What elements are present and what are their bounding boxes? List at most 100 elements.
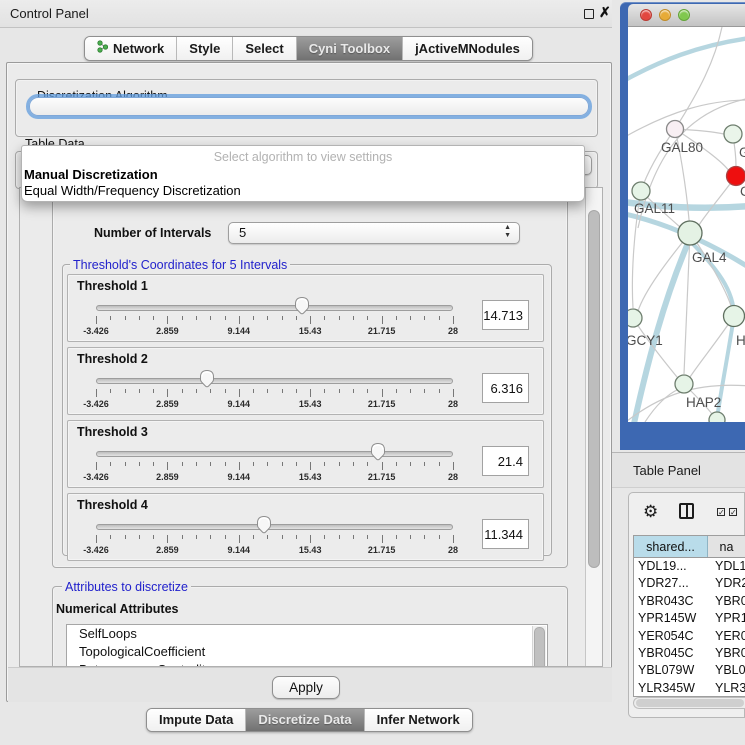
tick-mark	[196, 535, 197, 539]
tick-label: 28	[448, 326, 458, 336]
panel-title: Control Panel	[10, 6, 89, 21]
algorithm-option-equal-width[interactable]: Equal Width/Frequency Discretization	[24, 183, 241, 198]
network-node-gal11[interactable]	[632, 182, 650, 200]
tick-mark	[182, 462, 183, 466]
network-node-gcy1[interactable]	[628, 309, 642, 327]
table-row[interactable]: YBL079WYBL0	[634, 662, 745, 679]
tick-mark	[167, 535, 168, 543]
tick-mark	[139, 535, 140, 539]
list-scrollbar-thumb[interactable]	[534, 627, 545, 667]
slider-track[interactable]	[96, 378, 453, 384]
table-row[interactable]: YER054CYER0	[634, 628, 745, 645]
slider-thumb[interactable]	[294, 296, 310, 315]
close-traffic-icon[interactable]	[640, 9, 652, 21]
table-row[interactable]: YBR043CYBR0	[634, 593, 745, 610]
slider-track[interactable]	[96, 524, 453, 530]
network-node-hap2[interactable]	[675, 375, 693, 393]
algorithm-option-manual[interactable]: Manual Discretization	[24, 167, 158, 182]
tick-mark	[339, 389, 340, 393]
tab-network[interactable]: Network	[85, 37, 177, 60]
table-row[interactable]: YLR345WYLR3	[634, 680, 745, 697]
list-scrollbar[interactable]	[532, 626, 546, 667]
tick-label: -3.426	[83, 399, 109, 409]
column-header-name[interactable]: na	[708, 536, 745, 557]
table-hscrollbar-thumb[interactable]	[636, 699, 744, 707]
tick-mark	[353, 389, 354, 393]
tick-label: -3.426	[83, 326, 109, 336]
panel-scrollbar-thumb[interactable]	[588, 210, 600, 568]
apply-button[interactable]: Apply	[272, 676, 340, 699]
tick-mark	[196, 316, 197, 320]
tab-label: jActiveMNodules	[415, 41, 520, 56]
threshold-row: Threshold 2-3.4262.8599.14415.4321.71528…	[67, 347, 544, 415]
algorithm-combobox[interactable]	[29, 97, 589, 116]
checkbox-icon[interactable]: ✓	[717, 508, 725, 516]
tab-label: Network	[113, 41, 164, 56]
network-node-gal4[interactable]	[678, 221, 702, 245]
tick-mark	[410, 462, 411, 466]
threshold-row: Threshold 4-3.4262.8599.14415.4321.71528…	[67, 493, 544, 561]
slider-thumb[interactable]	[370, 442, 386, 461]
list-item[interactable]: SelfLoops	[67, 625, 547, 643]
table-row[interactable]: YBR045CYBR0	[634, 645, 745, 662]
checkbox-icon[interactable]: ✓	[729, 508, 737, 516]
float-window-icon[interactable]	[584, 9, 594, 19]
minimize-traffic-icon[interactable]	[659, 9, 671, 21]
network-node-h[interactable]	[724, 306, 745, 327]
tab-jactivemnodules[interactable]: jActiveMNodules	[403, 37, 532, 60]
tab-cyni-toolbox[interactable]: Cyni Toolbox	[297, 37, 403, 60]
top-tab-bar: Network Style Select Cyni Toolbox jActiv…	[84, 36, 533, 61]
tick-mark	[424, 389, 425, 393]
tick-mark	[282, 462, 283, 466]
tab-impute-data[interactable]: Impute Data	[147, 709, 246, 731]
network-edge[interactable]	[641, 129, 675, 191]
threshold-value-field[interactable]: 6.316	[482, 373, 529, 403]
tick-label: 28	[448, 399, 458, 409]
tick-mark	[353, 535, 354, 539]
tick-mark	[210, 316, 211, 320]
tab-label: Cyni Toolbox	[309, 41, 390, 56]
table-horizontal-scrollbar[interactable]	[633, 697, 745, 709]
zoom-traffic-icon[interactable]	[678, 9, 690, 21]
numerical-attributes-list[interactable]: SelfLoopsTopologicalCoefficientBetweenne…	[66, 624, 548, 667]
slider-track[interactable]	[96, 451, 453, 457]
close-icon[interactable]: ✗	[599, 4, 611, 21]
tick-mark	[110, 316, 111, 320]
column-header-shared-name[interactable]: shared...	[634, 536, 708, 557]
table-row[interactable]: YDL19...YDL1	[634, 558, 745, 575]
tab-infer-network[interactable]: Infer Network	[365, 709, 472, 731]
network-node-gal80[interactable]	[667, 121, 684, 138]
number-of-intervals-combobox[interactable]: 5 ▲▼	[228, 222, 520, 244]
network-canvas[interactable]: GAL80GACGAL11GAL4GCY1HHAP2	[628, 27, 745, 422]
network-node-c[interactable]	[727, 167, 745, 186]
network-edge[interactable]	[628, 38, 745, 85]
threshold-value-field[interactable]: 21.4	[482, 446, 529, 476]
tick-mark	[439, 535, 440, 539]
cell-shared-name: YER054C	[634, 628, 708, 645]
columns-icon[interactable]	[679, 503, 694, 519]
cell-name: YDR2	[708, 575, 745, 592]
tick-label: 2.859	[156, 399, 179, 409]
tab-style[interactable]: Style	[177, 37, 233, 60]
threshold-value-field[interactable]: 14.713	[482, 300, 529, 330]
panel-scrollbar[interactable]	[585, 188, 602, 666]
tick-mark	[210, 462, 211, 466]
slider-track[interactable]	[96, 305, 453, 311]
tick-mark	[353, 462, 354, 466]
tab-discretize-data[interactable]: Discretize Data	[246, 709, 364, 731]
table-row[interactable]: YDR27...YDR2	[634, 575, 745, 592]
tick-mark	[296, 535, 297, 539]
tick-mark	[296, 389, 297, 393]
network-node-unlabeled[interactable]	[709, 412, 725, 422]
node-label: C	[740, 184, 745, 199]
tick-mark	[167, 389, 168, 397]
network-node-ga[interactable]	[724, 125, 742, 143]
tick-mark	[410, 535, 411, 539]
gear-icon[interactable]: ⚙	[643, 502, 658, 522]
tab-select[interactable]: Select	[233, 37, 296, 60]
threshold-value-field[interactable]: 11.344	[482, 519, 529, 549]
list-item[interactable]: TopologicalCoefficient	[67, 643, 547, 661]
slider-thumb[interactable]	[199, 369, 215, 388]
table-row[interactable]: YPR145WYPR1	[634, 610, 745, 627]
slider-thumb[interactable]	[256, 515, 272, 534]
